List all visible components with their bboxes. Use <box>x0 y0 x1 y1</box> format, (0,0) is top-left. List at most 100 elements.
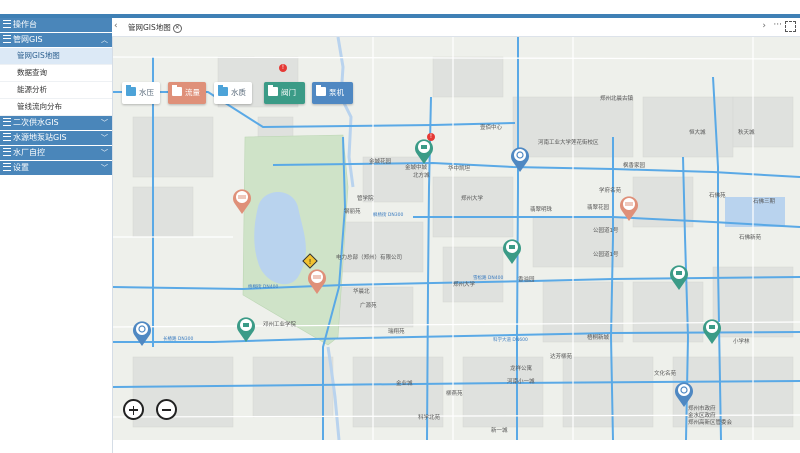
map-label: 翡翠花园 <box>587 205 610 211</box>
menu-list-icon <box>3 34 11 43</box>
road-label: 枫杨街 DN300 <box>373 213 404 218</box>
chevron-down-icon[interactable]: ﹀ <box>101 146 108 160</box>
menu-pipe-gis[interactable]: 管网GIS ︿ <box>0 33 112 48</box>
map-label: 枫香家园 <box>623 163 646 169</box>
tab-scroll-left-icon[interactable]: ‹ <box>114 21 118 31</box>
map-label: 公园道1号 <box>593 252 619 258</box>
map-label: 恒大城 <box>689 130 706 136</box>
map-label: 石佛苑 <box>709 193 726 199</box>
pump-marker[interactable] <box>510 145 530 173</box>
sidebar: 操作台 管网GIS ︿ 管网GIS地图 数据查询 能源分析 管线流向分布 二次供… <box>0 18 113 453</box>
warning-icon[interactable]: ! <box>302 253 318 269</box>
map-label: 龙祥公寓 <box>510 366 533 372</box>
map-label: 翡翠明珠 <box>530 207 553 213</box>
menu-secondary-supply-gis[interactable]: 二次供水GIS ﹀ <box>0 116 112 131</box>
more-icon[interactable]: ··· <box>773 20 782 30</box>
sidebar-item-data-query[interactable]: 数据查询 <box>0 65 112 82</box>
layer-pressure-button[interactable]: 水压 <box>122 82 160 104</box>
menu-console[interactable]: 操作台 <box>0 18 112 33</box>
map-label: 广源苑 <box>360 303 377 309</box>
map-label: 瑞翔苑 <box>388 329 405 335</box>
folder-icon <box>218 85 228 96</box>
fullscreen-icon[interactable] <box>785 21 796 32</box>
map-label: 香溢园 <box>518 277 535 283</box>
menu-list-icon <box>3 162 11 171</box>
tab-pipe-gis-map[interactable]: 管网GIS地图 × <box>124 21 186 34</box>
menu-list-icon <box>3 132 11 141</box>
tab-close-icon[interactable]: × <box>172 23 182 33</box>
layer-label: 泵机 <box>329 88 344 97</box>
map-label: 郑州高新区管委会 <box>688 420 733 426</box>
map-label: 学府名苑 <box>599 188 622 194</box>
chevron-down-icon[interactable]: ﹀ <box>101 131 108 145</box>
flow-meter-marker[interactable] <box>232 187 252 215</box>
menu-plant-control[interactable]: 水厂自控 ﹀ <box>0 146 112 161</box>
map-label: 钢丽苑 <box>344 209 361 215</box>
layer-flow-button[interactable]: 流量 <box>168 82 206 104</box>
map-label: 河南小一城 <box>507 379 535 385</box>
valve-marker[interactable] <box>414 137 434 165</box>
tab-bar: ‹ 管网GIS地图 × › ··· <box>112 18 800 37</box>
map-label: 文化名苑 <box>654 371 677 377</box>
tab-scroll-right-icon[interactable]: › <box>762 21 766 31</box>
road-label: 梧桐街 DN400 <box>248 285 279 290</box>
layer-quality-button[interactable]: 水质 <box>214 82 252 104</box>
valve-marker[interactable] <box>236 315 256 343</box>
valve-marker[interactable] <box>502 237 522 265</box>
map-label: 金业城 <box>396 381 413 387</box>
sidebar-item-energy-analysis[interactable]: 能源分析 <box>0 82 112 99</box>
sidebar-item-flow-distribution[interactable]: 管线流向分布 <box>0 99 112 116</box>
map-label: 小学林 <box>733 339 750 345</box>
sidebar-item-pipe-gis-map[interactable]: 管网GIS地图 <box>0 48 112 65</box>
layer-label: 阀门 <box>281 88 296 97</box>
road-label: 科学大道 DN600 <box>493 338 528 343</box>
flow-meter-marker[interactable] <box>307 267 327 295</box>
flow-meter-marker[interactable] <box>619 194 639 222</box>
folder-icon <box>126 85 136 96</box>
menu-list-icon <box>3 117 11 126</box>
folder-icon <box>316 85 326 96</box>
chevron-up-icon[interactable]: ︿ <box>101 33 108 47</box>
app-header <box>0 0 800 18</box>
map-label: 达芳柳苑 <box>550 354 573 360</box>
zoom-out-button[interactable] <box>156 399 177 420</box>
gis-map[interactable]: 郑州北晨古镇 河南工业大学莲花街校区 壹佰中心 恒大城 秋天城 金城花园 金城中… <box>113 37 800 440</box>
layer-valve-button[interactable]: 阀门 <box>264 82 305 104</box>
map-label: 石佛三期 <box>753 199 776 205</box>
menu-secondary-supply-gis-label: 二次供水GIS <box>13 118 59 127</box>
chevron-down-icon[interactable]: ﹀ <box>101 116 108 130</box>
map-label: 郑州大学 <box>461 196 484 202</box>
map-label: 公园道1号 <box>593 228 619 234</box>
layer-label: 水质 <box>231 88 246 97</box>
menu-list-icon <box>3 147 11 156</box>
layer-label: 流量 <box>185 88 200 97</box>
zoom-in-button[interactable] <box>123 399 144 420</box>
layer-label: 水压 <box>139 88 154 97</box>
svg-text:!: ! <box>309 258 312 266</box>
menu-settings[interactable]: 设置 ﹀ <box>0 161 112 176</box>
map-label: 管学院 <box>357 196 374 202</box>
folder-icon <box>172 85 182 96</box>
map-label: 新一城 <box>491 428 508 434</box>
valve-alarm-icon: ! <box>427 133 435 141</box>
menu-settings-label: 设置 <box>13 163 29 172</box>
pipe-gis-submenu: 管网GIS地图 数据查询 能源分析 管线流向分布 <box>0 48 112 116</box>
map-label: 电力总部（郑州）有限公司 <box>336 255 403 261</box>
valve-marker[interactable] <box>702 317 722 345</box>
map-label: 北方城 <box>413 173 430 179</box>
pump-marker[interactable] <box>132 319 152 347</box>
map-label: 梧桐新城 <box>587 335 610 341</box>
menu-water-source-gis[interactable]: 水源地泵站GIS ﹀ <box>0 131 112 146</box>
valve-marker[interactable] <box>669 263 689 291</box>
menu-console-label: 操作台 <box>13 20 37 29</box>
pump-marker[interactable] <box>674 380 694 408</box>
road-label: 长椿路 DN300 <box>163 337 194 342</box>
map-label: 壹佰中心 <box>480 125 503 131</box>
tab-label: 管网GIS地图 <box>128 23 171 32</box>
map-label: 金城花园 <box>369 159 392 165</box>
layer-pump-button[interactable]: 泵机 <box>312 82 353 104</box>
folder-icon <box>268 85 278 96</box>
map-label: 河南工业大学莲花街校区 <box>538 140 599 146</box>
chevron-down-icon[interactable]: ﹀ <box>101 161 108 175</box>
menu-pipe-gis-label: 管网GIS <box>13 35 43 44</box>
